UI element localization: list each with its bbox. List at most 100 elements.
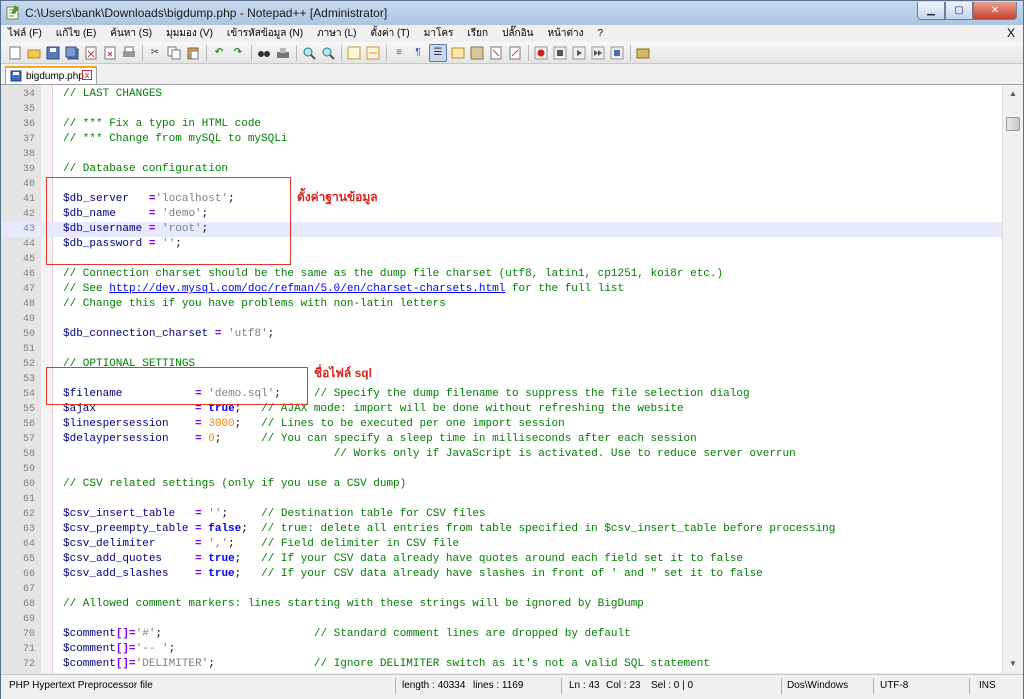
save-icon[interactable] <box>45 45 61 61</box>
status-bar: PHP Hypertext Preprocessor file length :… <box>1 674 1023 699</box>
replace-icon[interactable] <box>275 45 291 61</box>
play-macro-icon[interactable] <box>571 45 587 61</box>
code-token: ; <box>241 523 248 535</box>
find-icon[interactable] <box>256 45 272 61</box>
menu-item[interactable]: ปลั๊กอิน <box>495 26 540 41</box>
line-number: 65 <box>22 554 35 565</box>
code-token: 3000 <box>208 418 235 430</box>
doc-map-icon[interactable] <box>469 45 485 61</box>
line-number: 45 <box>22 254 35 265</box>
close-file-icon[interactable] <box>83 45 99 61</box>
code-line[interactable]: 71 $comment[]='-- '; <box>1 642 1009 657</box>
new-file-icon[interactable] <box>7 45 23 61</box>
vertical-scrollbar[interactable]: ▲ ▼ <box>1002 85 1023 673</box>
menu-item[interactable]: เรียก <box>460 26 495 41</box>
menu-item[interactable]: ภาษา (L) <box>310 26 363 41</box>
open-file-icon[interactable] <box>26 45 42 61</box>
code-token: // Ignore DELIMITER switch as it's not a… <box>313 658 710 670</box>
code-line[interactable]: 72 $comment[]='DELIMITER'; // Ignore DELI… <box>1 657 1009 672</box>
code-line[interactable]: 38 <box>1 147 1009 162</box>
run-macro-multiple-icon[interactable] <box>590 45 606 61</box>
line-number: 69 <box>22 614 35 625</box>
tab-bigdump-php[interactable]: bigdump.php x <box>5 66 97 84</box>
code-line[interactable]: 35 <box>1 102 1009 117</box>
code-line[interactable]: 58 // Works only if JavaScript is activa… <box>1 447 1009 462</box>
code-text: $comment[]='DELIMITER'; // Ignore DELIMI… <box>63 657 710 672</box>
scroll-down-icon[interactable]: ▼ <box>1006 657 1020 671</box>
menu-item[interactable]: ไฟล์ (F) <box>1 26 49 41</box>
code-line[interactable]: 57 $delaypersession = 0; // You can speci… <box>1 432 1009 447</box>
maximize-button[interactable]: ▢ <box>945 2 973 20</box>
cut-icon[interactable]: ✂ <box>147 45 163 61</box>
code-line[interactable]: 69 <box>1 612 1009 627</box>
record-macro-icon[interactable] <box>533 45 549 61</box>
code-token: 'DELIMITER' <box>135 658 209 670</box>
code-line[interactable]: 66 $csv_add_slashes = true; // If your CS… <box>1 567 1009 582</box>
minimize-button[interactable]: ▁ <box>917 2 945 20</box>
menu-item[interactable]: แก้ไข (E) <box>49 26 103 41</box>
code-line[interactable]: 65 $csv_add_quotes = true; // If your CSV… <box>1 552 1009 567</box>
code-token: $linespersession <box>63 418 169 430</box>
close-document-button[interactable]: X <box>1007 26 1015 40</box>
line-number: 67 <box>22 584 35 595</box>
code-line[interactable]: 61 <box>1 492 1009 507</box>
code-line[interactable]: 37 // *** Change from mySQL to mySQLi <box>1 132 1009 147</box>
code-line[interactable]: 49 <box>1 312 1009 327</box>
save-macro-icon[interactable] <box>609 45 625 61</box>
code-token[interactable]: http://dev.mysql.com/doc/refman/5.0/en/c… <box>109 283 505 295</box>
paste-icon[interactable] <box>185 45 201 61</box>
code-token: '-- ' <box>135 643 169 655</box>
code-line[interactable]: 36 // *** Fix a typo in HTML code <box>1 117 1009 132</box>
menu-item[interactable]: หน้าต่าง <box>540 26 590 41</box>
code-line[interactable]: 34 // LAST CHANGES <box>1 87 1009 102</box>
zoom-in-icon[interactable] <box>301 45 317 61</box>
menu-item[interactable]: ตั้งค่า (T) <box>364 26 417 41</box>
code-token: 0 <box>208 433 215 445</box>
menu-item[interactable]: เข้ารหัสข้อมูล (N) <box>220 26 310 41</box>
code-line[interactable]: 59 <box>1 462 1009 477</box>
scroll-up-icon[interactable]: ▲ <box>1006 87 1020 101</box>
code-line[interactable]: 47 // See http://dev.mysql.com/doc/refman… <box>1 282 1009 297</box>
indent-guide-icon[interactable]: ☰ <box>429 43 447 62</box>
code-line[interactable]: 64 $csv_delimiter = ','; // Field delimit… <box>1 537 1009 552</box>
code-line[interactable]: 56 $linespersession = 3000; // Lines to b… <box>1 417 1009 432</box>
code-line[interactable]: 46 // Connection charset should be the sa… <box>1 267 1009 282</box>
save-all-icon[interactable] <box>64 45 80 61</box>
menu-item[interactable]: ค้นหา (S) <box>103 26 159 41</box>
code-text: $csv_preempty_table = false; // true: de… <box>63 522 835 537</box>
folder-workspace-icon[interactable] <box>507 45 523 61</box>
menu-bar: ไฟล์ (F) แก้ไข (E) ค้นหา (S) มุมมอง (V) เข้า… <box>1 25 1023 42</box>
code-line[interactable]: 67 <box>1 582 1009 597</box>
code-line[interactable]: 63 $csv_preempty_table = false; // true: … <box>1 522 1009 537</box>
word-wrap-icon[interactable]: ≡ <box>391 45 407 61</box>
tab-close-icon[interactable]: x <box>82 70 92 80</box>
plugin-icon[interactable] <box>635 45 651 61</box>
menu-item[interactable]: มาโคร <box>417 26 461 41</box>
menu-item[interactable]: มุมมอง (V) <box>159 26 220 41</box>
copy-icon[interactable] <box>166 45 182 61</box>
sync-horizontal-icon[interactable] <box>365 45 381 61</box>
line-number: 52 <box>22 359 35 370</box>
code-line[interactable]: 48 // Change this if you have problems wi… <box>1 297 1009 312</box>
code-line[interactable]: 39 // Database configuration <box>1 162 1009 177</box>
code-line[interactable]: 51 <box>1 342 1009 357</box>
code-line[interactable]: 68 // Allowed comment markers: lines star… <box>1 597 1009 612</box>
code-line[interactable]: 70 $comment[]='#'; // Standard comment li… <box>1 627 1009 642</box>
show-all-chars-icon[interactable]: ¶ <box>410 45 426 61</box>
code-line[interactable]: 60 // CSV related settings (only if you u… <box>1 477 1009 492</box>
lang-icon[interactable] <box>450 45 466 61</box>
print-icon[interactable] <box>121 45 137 61</box>
function-list-icon[interactable] <box>488 45 504 61</box>
menu-item[interactable]: ? <box>591 28 611 39</box>
stop-macro-icon[interactable] <box>552 45 568 61</box>
code-text: $csv_delimiter = ','; // Field delimiter… <box>63 537 459 552</box>
close-button[interactable]: ✕ <box>973 2 1017 20</box>
zoom-out-icon[interactable] <box>320 45 336 61</box>
redo-icon[interactable]: ↷ <box>230 45 246 61</box>
code-line[interactable]: 50 $db_connection_charset = 'utf8'; <box>1 327 1009 342</box>
scrollbar-thumb[interactable] <box>1006 117 1020 131</box>
code-line[interactable]: 62 $csv_insert_table = ''; // Destination… <box>1 507 1009 522</box>
undo-icon[interactable]: ↶ <box>211 45 227 61</box>
sync-vertical-icon[interactable] <box>346 45 362 61</box>
close-all-icon[interactable] <box>102 45 118 61</box>
